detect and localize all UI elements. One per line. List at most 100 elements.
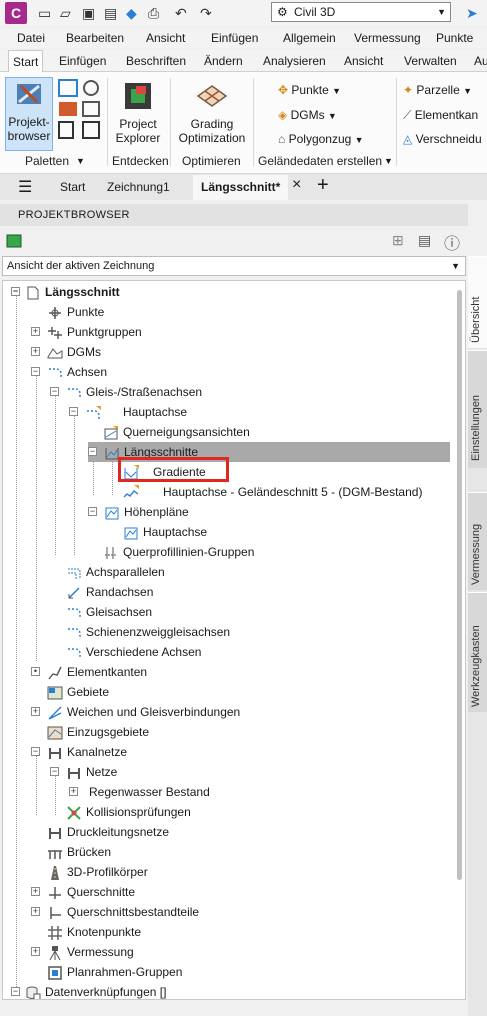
tree-item-querschnittsbestandteile[interactable]: + Querschnittsbestandteile (31, 902, 199, 922)
expand-icon[interactable]: + (31, 947, 40, 956)
tree-item-dgms[interactable]: + DGMs (31, 342, 101, 362)
elementkanten-button[interactable]: ⟋ Elementkan (403, 107, 478, 123)
gelaendedaten-panel-label[interactable]: Geländedaten erstellen (258, 154, 382, 168)
new-file-icon[interactable]: ▭ (38, 4, 51, 22)
tree-item-gleisachsen[interactable]: Gleisachsen (66, 602, 152, 622)
tab-beschriften[interactable]: Beschriften (122, 50, 190, 72)
tree-item-hauptachse-plan[interactable]: Hauptachse (123, 522, 207, 542)
menu-ansicht[interactable]: Ansicht (146, 31, 185, 45)
cloud-icon[interactable]: ◆ (126, 4, 137, 22)
project-explorer-button[interactable]: Project Explorer (113, 80, 163, 145)
collapse-icon[interactable]: − (31, 367, 40, 376)
polygonzug-button[interactable]: ⌂ Polygonzug ▼ (278, 131, 364, 148)
collapse-icon[interactable]: − (88, 507, 97, 516)
tree-item-hoehenplaene[interactable]: − Höhenpläne (88, 502, 189, 522)
tree-item-achsparallelen[interactable]: Achsparallelen (66, 562, 165, 582)
tree-item-gebiete[interactable]: Gebiete (47, 682, 109, 702)
tree-item-datenverknuepfungen[interactable]: − Datenverknüpfungen [] (11, 982, 166, 999)
tree-item-punktgruppen[interactable]: + Punktgruppen (31, 322, 142, 342)
grading-optimization-button[interactable]: Grading Optimization (176, 80, 248, 145)
menu-einfuegen[interactable]: Einfügen (211, 31, 258, 45)
tree-item-kollisionspruefungen[interactable]: Kollisionsprüfungen (66, 802, 191, 822)
side-tab-werkzeugkasten[interactable]: Werkzeugkasten (468, 592, 487, 712)
collapse-icon[interactable]: − (11, 987, 20, 996)
tree-item-verschiedene-achsen[interactable]: Verschiedene Achsen (66, 642, 201, 662)
tree-item-bruecken[interactable]: Brücken (47, 842, 111, 862)
tab-einfuegen[interactable]: Einfügen (55, 50, 110, 72)
tree-item-einzugsgebiete[interactable]: Einzugsgebiete (47, 722, 149, 742)
tree-item-elementkanten[interactable]: • Elementkanten (31, 662, 147, 682)
menu-bearbeiten[interactable]: Bearbeiten (66, 31, 124, 45)
hamburger-menu-icon[interactable]: ☰ (18, 177, 32, 197)
tree-item-regenwasser-bestand[interactable]: + Regenwasser Bestand (69, 782, 210, 802)
expand-icon[interactable]: + (31, 347, 40, 356)
menu-punkte[interactable]: Punkte (436, 31, 473, 45)
chevron-down-icon[interactable]: ▼ (76, 156, 85, 166)
add-tab-icon[interactable]: + (317, 174, 329, 197)
tree-item-kanalnetze[interactable]: − Kanalnetze (31, 742, 127, 762)
chevron-down-icon[interactable]: ▼ (384, 156, 393, 166)
save-icon[interactable]: ▣ (82, 4, 95, 22)
collapse-icon[interactable]: − (31, 747, 40, 756)
tab-aendern[interactable]: Ändern (200, 50, 247, 72)
share-icon[interactable]: ➤ (466, 4, 478, 22)
tree-item-querneigungsansichten[interactable]: Querneigungsansichten (103, 422, 250, 442)
collapse-icon[interactable]: − (69, 407, 78, 416)
tree-item-achsen[interactable]: − Achsen (31, 362, 107, 382)
palette-tools-icon[interactable] (57, 78, 105, 142)
doc-tab-zeichnung1[interactable]: Zeichnung1 (107, 178, 170, 196)
tree-item-querschnitte[interactable]: + Querschnitte (31, 882, 135, 902)
menu-allgemein[interactable]: Allgemein (283, 31, 336, 45)
refresh-icon[interactable] (6, 233, 22, 249)
collapse-icon[interactable]: − (50, 387, 59, 396)
menu-datei[interactable]: Datei (17, 31, 45, 45)
punkte-button[interactable]: ✥ Punkte ▼ (278, 82, 341, 99)
tree-item-querprofillinien-gruppen[interactable]: Querprofillinien-Gruppen (103, 542, 254, 562)
side-tab-einstellungen[interactable]: Einstellungen (468, 350, 487, 468)
expand-icon[interactable]: • (31, 667, 40, 676)
save-as-icon[interactable]: ▤ (104, 4, 117, 22)
side-tab-vermessung[interactable]: Vermessung (468, 492, 487, 590)
collapse-icon[interactable]: − (11, 287, 20, 296)
doc-tab-start[interactable]: Start (60, 178, 85, 196)
parzelle-button[interactable]: ✦ Parzelle ▼ (403, 82, 472, 99)
tree-item-netze[interactable]: − Netze (50, 762, 117, 782)
tree-scrollbar[interactable] (455, 282, 465, 998)
tree-item-weichen[interactable]: + Weichen und Gleisverbindungen (31, 702, 240, 722)
tab-ansicht[interactable]: Ansicht (340, 50, 387, 72)
help-icon[interactable]: ⓘ (444, 230, 460, 254)
doc-tab-laengsschnitt[interactable]: Längsschnitt* (193, 175, 289, 200)
expand-icon[interactable]: + (31, 327, 40, 336)
close-tab-icon[interactable]: × (292, 176, 301, 194)
tree-item-laengsschnitt[interactable]: − Längsschnitt (11, 282, 120, 302)
tree-item-druckleitungsnetze[interactable]: Druckleitungsnetze (47, 822, 169, 842)
tree-item-gleis-strassenachsen[interactable]: − Gleis-/Straßenachsen (50, 382, 202, 402)
redo-icon[interactable]: ↷ (200, 4, 212, 22)
collapse-icon[interactable]: − (88, 447, 97, 456)
workspace-dropdown[interactable]: ⚙ Civil 3D ▼ (271, 2, 451, 22)
expand-icon[interactable]: + (69, 787, 78, 796)
paletten-panel-label[interactable]: Paletten (25, 154, 69, 168)
tree-item-punkte[interactable]: Punkte (47, 302, 104, 322)
tab-analysieren[interactable]: Analysieren (259, 50, 330, 72)
tree-item-planrahmen-gruppen[interactable]: Planrahmen-Gruppen (47, 962, 182, 982)
tree-item-3d-profilkoerper[interactable]: 3D-Profilkörper (47, 862, 148, 882)
view-select[interactable]: Ansicht der aktiven Zeichnung ▼ (2, 256, 466, 276)
list-view-icon[interactable]: ▤ (418, 232, 431, 249)
menu-vermessung[interactable]: Vermessung (354, 31, 421, 45)
tab-start[interactable]: Start (8, 50, 44, 73)
item-view-icon[interactable]: ⊞ (392, 232, 404, 249)
projektbrowser-button[interactable]: Projekt- browser (5, 77, 53, 151)
tree-item-hauptachse[interactable]: − Hauptachse (69, 402, 187, 422)
dgms-button[interactable]: ◈ DGMs ▼ (278, 107, 337, 124)
expand-icon[interactable]: + (31, 887, 40, 896)
app-logo[interactable]: C (5, 2, 27, 24)
tree-item-vermessung[interactable]: + Vermessung (31, 942, 134, 962)
undo-icon[interactable]: ↶ (175, 4, 187, 22)
scrollbar-thumb[interactable] (457, 290, 462, 880)
tree-item-schienenzweiggleisachsen[interactable]: Schienenzweiggleisachsen (66, 622, 230, 642)
verschneidung-button[interactable]: ◬ Verschneidu (403, 131, 482, 147)
tree-item-knotenpunkte[interactable]: Knotenpunkte (47, 922, 141, 942)
expand-icon[interactable]: + (31, 907, 40, 916)
collapse-icon[interactable]: − (50, 767, 59, 776)
